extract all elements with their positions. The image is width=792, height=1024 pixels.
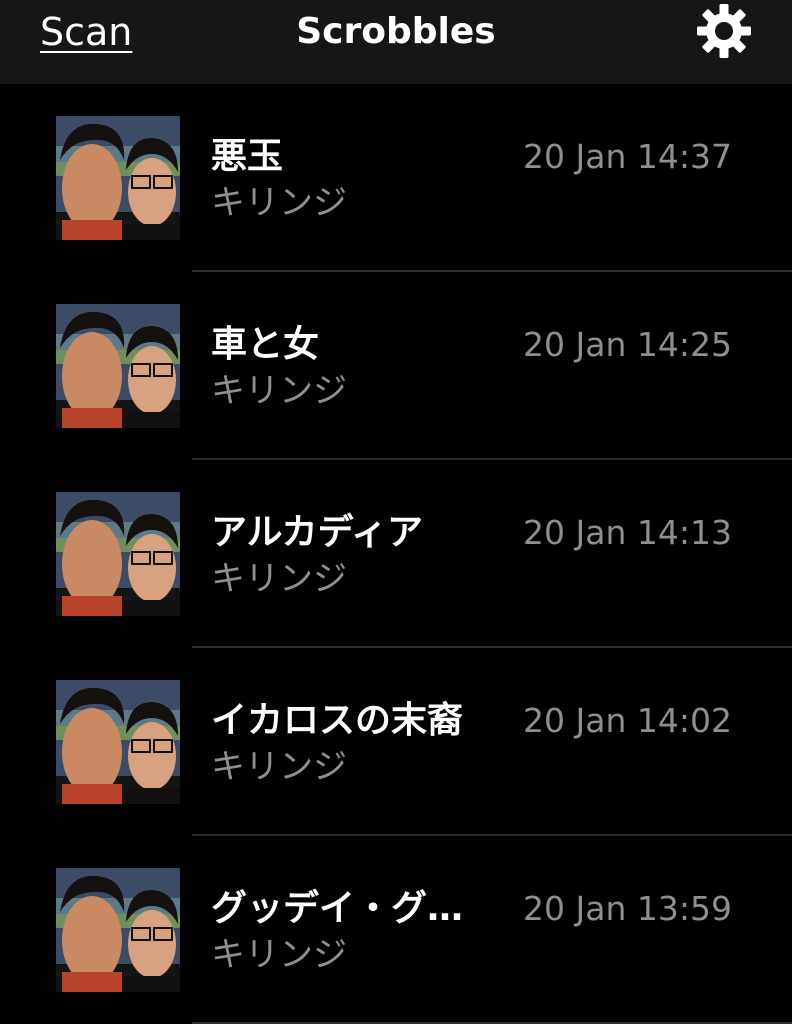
album-art-image <box>56 116 180 240</box>
scrobble-list: 悪玉 キリンジ 20 Jan 14:37 車と女 キリンジ 20 Jan 14:… <box>0 84 792 1024</box>
track-title: イカロスの末裔 <box>211 700 464 741</box>
scrobbles-screen: Scan Scrobbles 悪玉 キリンジ 20 Jan 14:37 車と女 … <box>0 0 792 1024</box>
track-artist: キリンジ <box>211 183 347 223</box>
track-artist: キリンジ <box>211 371 347 411</box>
scrobble-row[interactable]: アルカディア キリンジ 20 Jan 14:13 <box>0 460 792 648</box>
scrobble-row[interactable]: イカロスの末裔 キリンジ 20 Jan 14:02 <box>0 648 792 836</box>
gear-icon[interactable] <box>696 3 752 59</box>
page-title: Scrobbles <box>296 11 496 52</box>
track-title: アルカディア <box>211 512 424 553</box>
track-artist: キリンジ <box>211 559 347 599</box>
scrobble-timestamp: 20 Jan 14:02 <box>523 701 732 740</box>
scrobble-timestamp: 20 Jan 14:37 <box>523 137 732 176</box>
scrobble-row[interactable]: グッデイ・グ… キリンジ 20 Jan 13:59 <box>0 836 792 1024</box>
album-art-image <box>56 492 180 616</box>
scrobble-row[interactable]: 車と女 キリンジ 20 Jan 14:25 <box>0 272 792 460</box>
track-title: 悪玉 <box>211 136 284 177</box>
settings-button[interactable] <box>696 3 752 59</box>
track-artist: キリンジ <box>211 747 347 787</box>
album-art-image <box>56 304 180 428</box>
scrobble-timestamp: 20 Jan 14:13 <box>523 513 732 552</box>
track-artist: キリンジ <box>211 935 347 975</box>
scrobble-timestamp: 20 Jan 13:59 <box>523 889 732 928</box>
album-art-image <box>56 680 180 804</box>
scrobble-row[interactable]: 悪玉 キリンジ 20 Jan 14:37 <box>0 84 792 272</box>
track-title: グッデイ・グ… <box>211 888 464 929</box>
navigation-bar: Scan Scrobbles <box>0 0 792 84</box>
track-title: 車と女 <box>211 324 320 365</box>
album-art-image <box>56 868 180 992</box>
scrobble-timestamp: 20 Jan 14:25 <box>523 325 732 364</box>
